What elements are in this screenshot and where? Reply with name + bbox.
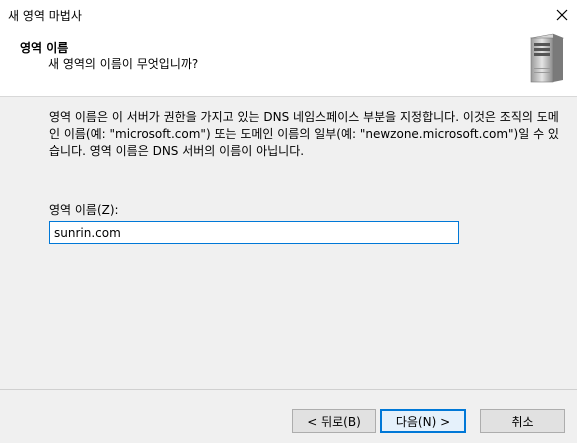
next-button[interactable]: 다음(N) > [380,409,466,433]
zone-name-label: 영역 이름(Z): [49,203,119,217]
wizard-header: 영역 이름 새 영역의 이름이 무엇입니까? [0,30,577,97]
back-button[interactable]: < 뒤로(B) [292,409,376,433]
description-text: 영역 이름은 이 서버가 권한을 가지고 있는 DNS 네임스페이스 부분을 지… [49,110,559,158]
close-icon [556,9,568,21]
cancel-button[interactable]: 취소 [480,409,565,433]
window-title: 새 영역 마법사 [8,9,82,23]
close-button[interactable] [547,0,577,30]
page-title: 영역 이름 [20,41,69,55]
server-icon [529,33,565,83]
title-bar: 새 영역 마법사 [0,0,577,30]
zone-name-input[interactable] [49,221,459,244]
page-subtitle: 새 영역의 이름이 무엇입니까? [48,57,199,71]
footer-divider [0,389,577,390]
